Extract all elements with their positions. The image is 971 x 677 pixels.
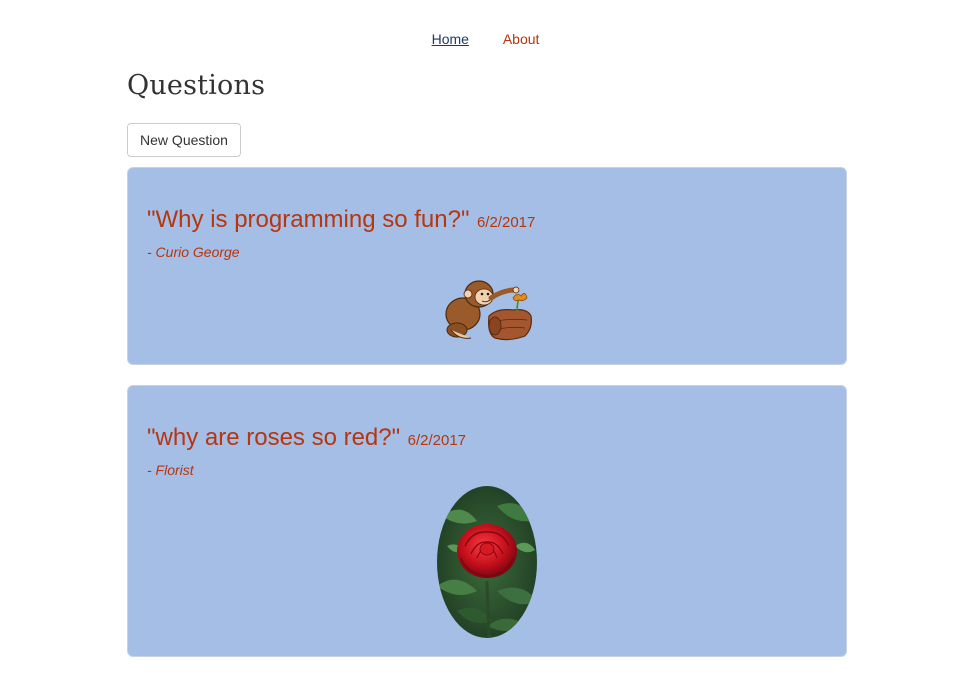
- question-date: 6/2/2017: [407, 432, 466, 449]
- new-question-button[interactable]: New Question: [127, 123, 241, 157]
- question-card[interactable]: "why are roses so red?" 6/2/2017 - Flori…: [127, 385, 847, 657]
- nav-link-about[interactable]: About: [503, 31, 540, 47]
- question-author: - Florist: [147, 462, 194, 478]
- question-author: - Curio George: [147, 244, 240, 260]
- top-nav: Home About: [0, 31, 971, 47]
- question-heading: "Why is programming so fun?" 6/2/2017: [147, 206, 535, 234]
- question-title[interactable]: "Why is programming so fun?": [147, 206, 470, 233]
- red-rose-image: [437, 486, 537, 638]
- page-title: Questions: [127, 70, 266, 101]
- question-date: 6/2/2017: [476, 214, 536, 231]
- question-heading: "why are roses so red?" 6/2/2017: [147, 424, 466, 452]
- nav-link-home[interactable]: Home: [432, 31, 469, 47]
- question-title[interactable]: "why are roses so red?": [147, 424, 400, 451]
- question-card[interactable]: "Why is programming so fun?" 6/2/2017 - …: [127, 167, 847, 365]
- monkey-cartoon-image: [445, 280, 532, 341]
